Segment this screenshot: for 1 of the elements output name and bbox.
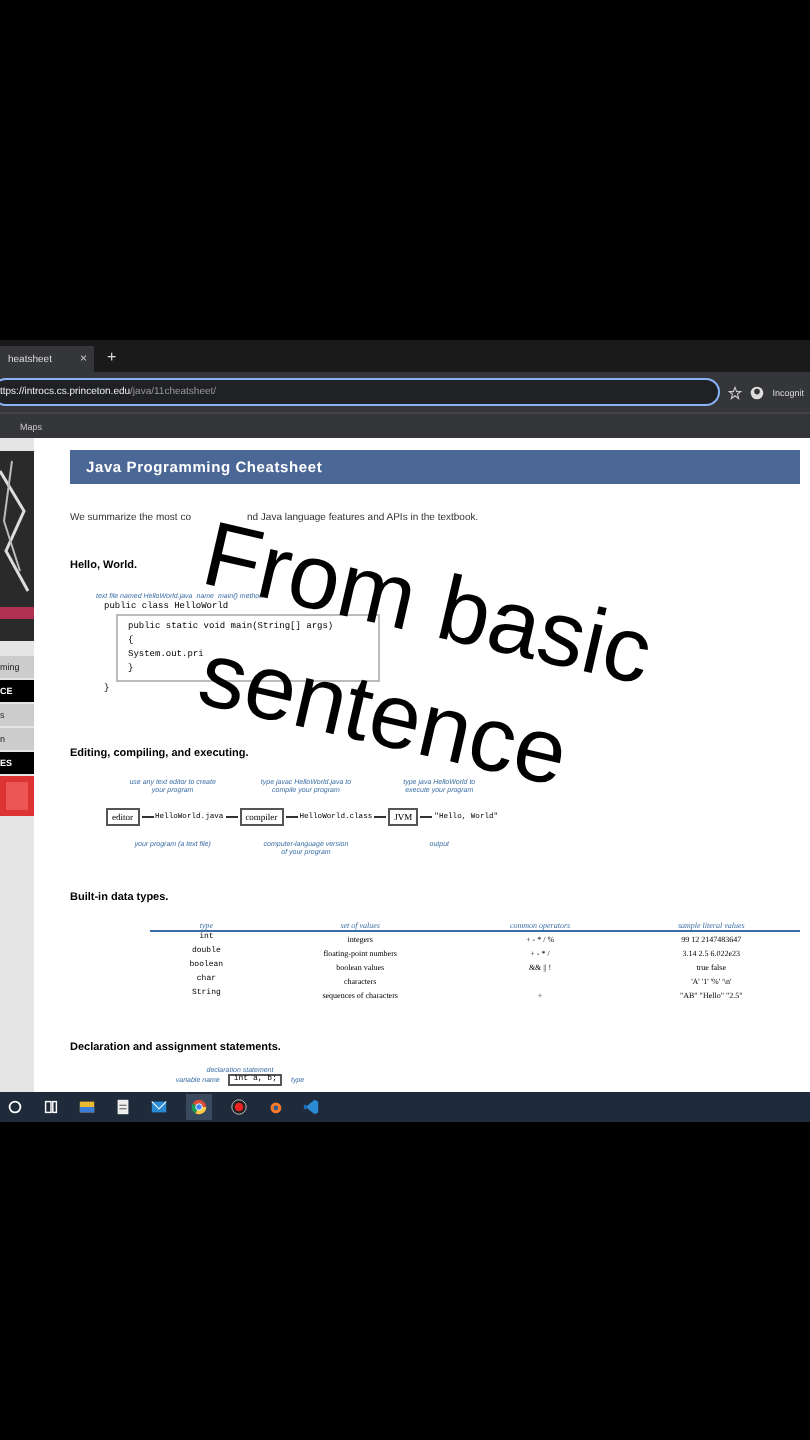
- new-tab-button[interactable]: +: [106, 347, 117, 365]
